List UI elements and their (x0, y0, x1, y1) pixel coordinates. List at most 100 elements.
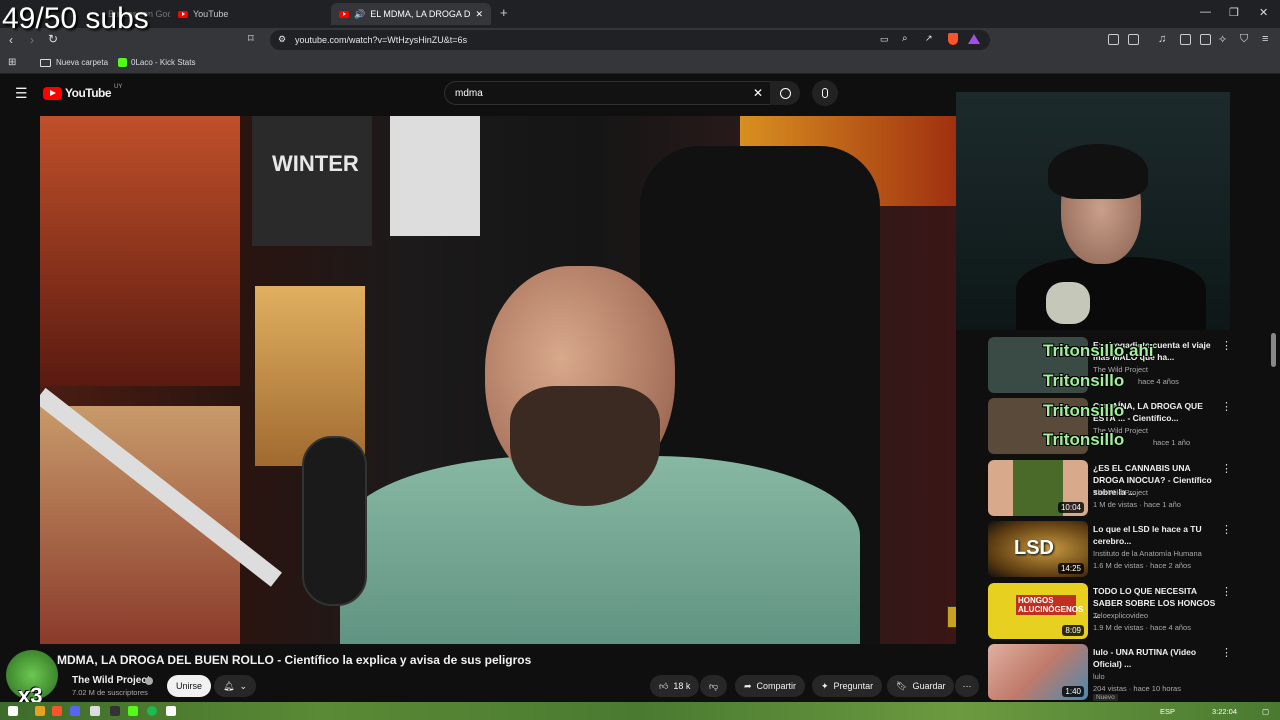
background-poster: WINTER (252, 116, 372, 246)
notifications-button[interactable]: 🔔︎ ⌄ (214, 675, 256, 697)
extensions-icon[interactable] (1108, 34, 1119, 45)
close-tab-icon[interactable]: ✕ (475, 9, 483, 20)
more-icon: ⋯ (962, 680, 972, 691)
bookmark-icon[interactable]: ⌑ (248, 32, 254, 45)
menu-icon[interactable]: ≡ (1262, 33, 1268, 45)
join-button[interactable]: Unirse (167, 675, 212, 697)
rec-channel[interactable]: Teloexplicovideo (1093, 611, 1148, 620)
youtube-favicon-icon (178, 10, 188, 18)
channel-name[interactable]: The Wild Project (72, 675, 150, 686)
poster-text: WINTER (272, 151, 359, 176)
search-button[interactable] (770, 81, 800, 105)
taskbar-app-icon[interactable] (166, 706, 176, 716)
cast-icon[interactable]: ▭ (880, 34, 889, 45)
streamer-hair (1048, 144, 1148, 199)
brave-shield-icon[interactable] (948, 33, 958, 45)
sidebar-scrollbar[interactable] (1271, 333, 1276, 367)
start-icon[interactable] (8, 706, 18, 716)
clock[interactable]: 3:22:04 (1212, 707, 1237, 716)
video-thumbnail[interactable]: HONGOS ALUCINÓGENOS 8:09 (988, 583, 1088, 639)
wallet-icon[interactable] (1200, 34, 1211, 45)
channel-watermark-icon[interactable] (947, 606, 956, 628)
bookmark-kick-stats[interactable]: 0Laco - Kick Stats (118, 58, 195, 67)
notifications-icon[interactable]: ▢ (1262, 707, 1269, 716)
language-indicator[interactable]: ESP (1160, 707, 1175, 716)
folder-icon (40, 58, 51, 67)
rec-meta: 1.6 M de vistas · hace 2 años (1093, 561, 1191, 570)
minimize-button[interactable]: — (1200, 6, 1211, 18)
dislike-button[interactable]: 👎︎ (700, 675, 728, 697)
zoom-icon[interactable]: ⌕ (902, 33, 908, 44)
video-thumbnail[interactable]: 1:40 (988, 644, 1088, 700)
rec-title[interactable]: lulo - UNA RUTINA (Video Oficial) ... (1093, 646, 1223, 670)
tab-active-video[interactable]: 🔊 EL MDMA, LA DROGA DEL BU ✕ (331, 3, 491, 25)
recommendation-item[interactable]: 10:04 ¿ES EL CANNABIS UNA DROGA INOCUA? … (988, 460, 1238, 516)
bookmark-folder[interactable]: Nueva carpeta (40, 58, 108, 67)
channel-avatar[interactable]: x3 (6, 650, 58, 708)
hamburger-menu-icon[interactable]: ☰ (15, 85, 28, 102)
tab-youtube[interactable]: YouTube (170, 3, 320, 25)
ask-button[interactable]: ✦ Preguntar (812, 675, 883, 697)
spotify-icon[interactable] (147, 706, 157, 716)
close-window-button[interactable]: ✕ (1259, 6, 1268, 19)
new-tab-button[interactable]: + (500, 5, 508, 20)
taskbar-app-icon[interactable] (90, 706, 100, 716)
vpn-icon[interactable]: ⛉ (1240, 33, 1248, 46)
obs-icon[interactable] (110, 706, 120, 716)
join-label: Unirse (176, 681, 203, 691)
sidebar-icon[interactable] (1180, 34, 1191, 45)
rec-channel[interactable]: lulo (1093, 672, 1105, 681)
rec-title[interactable]: Lo que el LSD le hace a TU cerebro... (1093, 523, 1223, 547)
share-icon: ➦ (744, 680, 752, 691)
thumbs-down-icon: 👎︎ (709, 680, 719, 691)
voice-search-button[interactable] (812, 80, 838, 106)
share-button[interactable]: ➦ Compartir (735, 675, 806, 697)
url-text: youtube.com/watch?v=WtHzysHinZU&t=6s (295, 35, 468, 45)
like-count: 18 k (673, 681, 691, 691)
rec-channel[interactable]: The Wild Project (1093, 488, 1148, 497)
tab-label: EL MDMA, LA DROGA DEL BU (370, 9, 471, 19)
brave-icon[interactable] (52, 706, 62, 716)
youtube-logo[interactable]: YouTube UY (43, 84, 123, 100)
rec-channel[interactable]: Instituto de la Anatomía Humana (1093, 549, 1202, 558)
rec-meta: 1.9 M de vistas · hace 4 años (1093, 623, 1191, 632)
media-icon[interactable]: ♫ (1158, 33, 1166, 45)
youtube-play-icon (43, 86, 62, 100)
more-options-icon[interactable]: ⋮ (1221, 523, 1232, 536)
like-button[interactable]: 👍︎ 18 k (650, 675, 700, 697)
apps-icon[interactable]: ⊞ (8, 57, 16, 68)
recommendation-item[interactable]: HONGOS ALUCINÓGENOS 8:09 TODO LO QUE NEC… (988, 583, 1238, 639)
more-options-icon[interactable]: ⋮ (1221, 339, 1232, 352)
search-input[interactable]: mdma ✕ (444, 81, 774, 105)
more-options-icon[interactable]: ⋮ (1221, 400, 1232, 413)
kick-icon[interactable] (128, 706, 138, 716)
video-thumbnail[interactable]: 10:04 (988, 460, 1088, 516)
video-duration: 1:40 (1062, 686, 1084, 697)
leo-ai-icon[interactable]: ✧ (1218, 33, 1227, 46)
streamer-webcam (956, 92, 1230, 330)
more-options-icon[interactable]: ⋮ (1221, 462, 1232, 475)
recommendation-item[interactable]: LSD 14:25 Lo que el LSD le hace a TU cer… (988, 521, 1238, 577)
screenshot-icon[interactable] (1128, 34, 1139, 45)
url-field[interactable]: ⚙ youtube.com/watch?v=WtHzysHinZU&t=6s ▭… (270, 30, 990, 50)
youtube-wordmark: YouTube (65, 86, 112, 100)
taskbar-app-icon[interactable] (35, 706, 45, 716)
more-options-icon[interactable]: ⋮ (1221, 585, 1232, 598)
save-icon: 🔖︎ (896, 680, 908, 691)
brave-rewards-icon[interactable] (968, 34, 980, 44)
recommendation-item[interactable]: 1:40 lulo - UNA RUTINA (Video Oficial) .… (988, 644, 1238, 701)
save-button[interactable]: 🔖︎ Guardar (887, 675, 955, 697)
more-options-icon[interactable]: ⋮ (1221, 646, 1232, 659)
discord-icon[interactable] (70, 706, 80, 716)
browser-tab-bar: Buscar con Google YouTube 🔊 EL MDMA, LA … (0, 0, 1280, 28)
site-info-icon[interactable]: ⚙ (278, 34, 286, 45)
country-code: UY (114, 84, 123, 90)
video-thumbnail[interactable]: LSD 14:25 (988, 521, 1088, 577)
chat-overlay-message: Tritonsillo (1043, 430, 1125, 449)
share-icon[interactable]: ↗ (925, 33, 933, 44)
video-player[interactable]: WINTER (40, 116, 956, 644)
bell-icon: 🔔︎ (223, 680, 235, 691)
more-actions-button[interactable]: ⋯ (955, 675, 979, 697)
clear-search-icon[interactable]: ✕ (753, 86, 763, 100)
restore-button[interactable]: ❐ (1229, 6, 1239, 19)
